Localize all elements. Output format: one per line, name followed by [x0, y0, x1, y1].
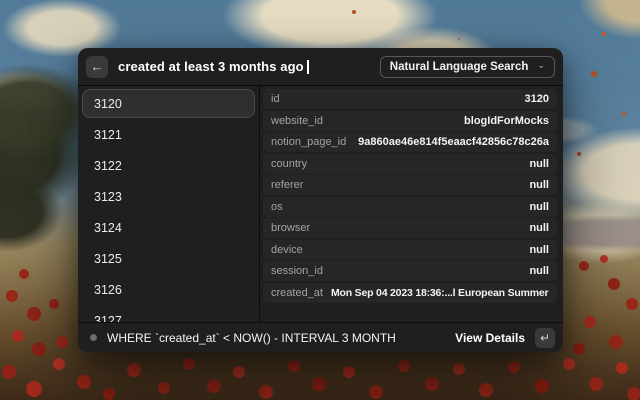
results-list: 3120 3121 3122 3123 3124 3125 3126 3127: [78, 86, 260, 322]
detail-row: browser null: [263, 218, 557, 238]
detail-row: country null: [263, 153, 557, 174]
query-text: WHERE `created_at` < NOW() - INTERVAL 3 …: [107, 330, 396, 345]
enter-icon: ↵: [539, 330, 551, 345]
detail-value: null: [529, 200, 549, 213]
search-input-value: created at least 3 months ago: [118, 59, 304, 74]
detail-value: null: [529, 157, 549, 170]
detail-row: created_at Mon Sep 04 2023 18:36:...l Eu…: [263, 282, 557, 303]
detail-row: referer null: [263, 175, 557, 195]
enter-key-button[interactable]: ↵: [535, 327, 555, 348]
detail-key: device: [271, 243, 303, 256]
list-item[interactable]: 3126: [82, 275, 255, 304]
detail-row: id 3120: [263, 89, 557, 109]
detail-value: Mon Sep 04 2023 18:36:...l European Summ…: [330, 286, 549, 299]
detail-value: null: [529, 265, 549, 277]
chevron-down-icon: ⌄: [537, 60, 545, 70]
detail-key: id: [271, 93, 280, 105]
list-item[interactable]: 3121: [82, 120, 255, 149]
detail-key: country: [271, 157, 308, 170]
back-button[interactable]: ←: [86, 55, 108, 78]
back-icon: ←: [90, 59, 104, 74]
detail-key: website_id: [271, 114, 323, 127]
detail-key: referer: [271, 179, 304, 191]
detail-key: notion_page_id: [271, 136, 347, 148]
list-item[interactable]: 3124: [82, 213, 255, 242]
detail-value: blogIdForMocks: [464, 114, 549, 127]
detail-value: null: [529, 243, 549, 256]
search-mode-label: Natural Language Search: [389, 60, 529, 73]
list-item[interactable]: 3120: [82, 89, 255, 118]
record-details: id 3120 website_id blogIdForMocks notion…: [260, 86, 563, 322]
list-item[interactable]: 3123: [82, 182, 255, 211]
view-details-button[interactable]: View Details: [455, 331, 525, 345]
detail-value: 9a860ae46e814f5eaacf42856c78c26a: [358, 136, 549, 148]
status-dot-icon: [90, 334, 97, 341]
status-bar: WHERE `created_at` < NOW() - INTERVAL 3 …: [78, 322, 563, 352]
search-input[interactable]: created at least 3 months ago: [118, 59, 370, 74]
detail-value: null: [529, 179, 549, 191]
detail-row: session_id null: [263, 261, 557, 281]
list-item[interactable]: 3125: [82, 244, 255, 273]
search-mode-dropdown[interactable]: Natural Language Search ⌄: [379, 55, 555, 78]
detail-value: null: [529, 222, 549, 234]
search-toolbar: ← created at least 3 months ago Natural …: [78, 48, 563, 86]
palette-body: 3120 3121 3122 3123 3124 3125 3126 3127 …: [78, 86, 563, 322]
detail-key: created_at: [271, 286, 323, 299]
list-item[interactable]: 3122: [82, 151, 255, 180]
detail-row: device null: [263, 239, 557, 260]
detail-value: 3120: [524, 93, 549, 105]
detail-key: session_id: [271, 265, 323, 277]
text-cursor: [306, 59, 309, 74]
search-palette-window: ← created at least 3 months ago Natural …: [78, 48, 563, 352]
detail-key: browser: [271, 222, 311, 234]
detail-key: os: [271, 200, 283, 213]
detail-row: notion_page_id 9a860ae46e814f5eaacf42856…: [263, 132, 557, 152]
detail-row: os null: [263, 196, 557, 217]
poppies-decoration: [0, 0, 8, 8]
list-item[interactable]: 3127: [82, 306, 255, 323]
detail-row: website_id blogIdForMocks: [263, 110, 557, 131]
